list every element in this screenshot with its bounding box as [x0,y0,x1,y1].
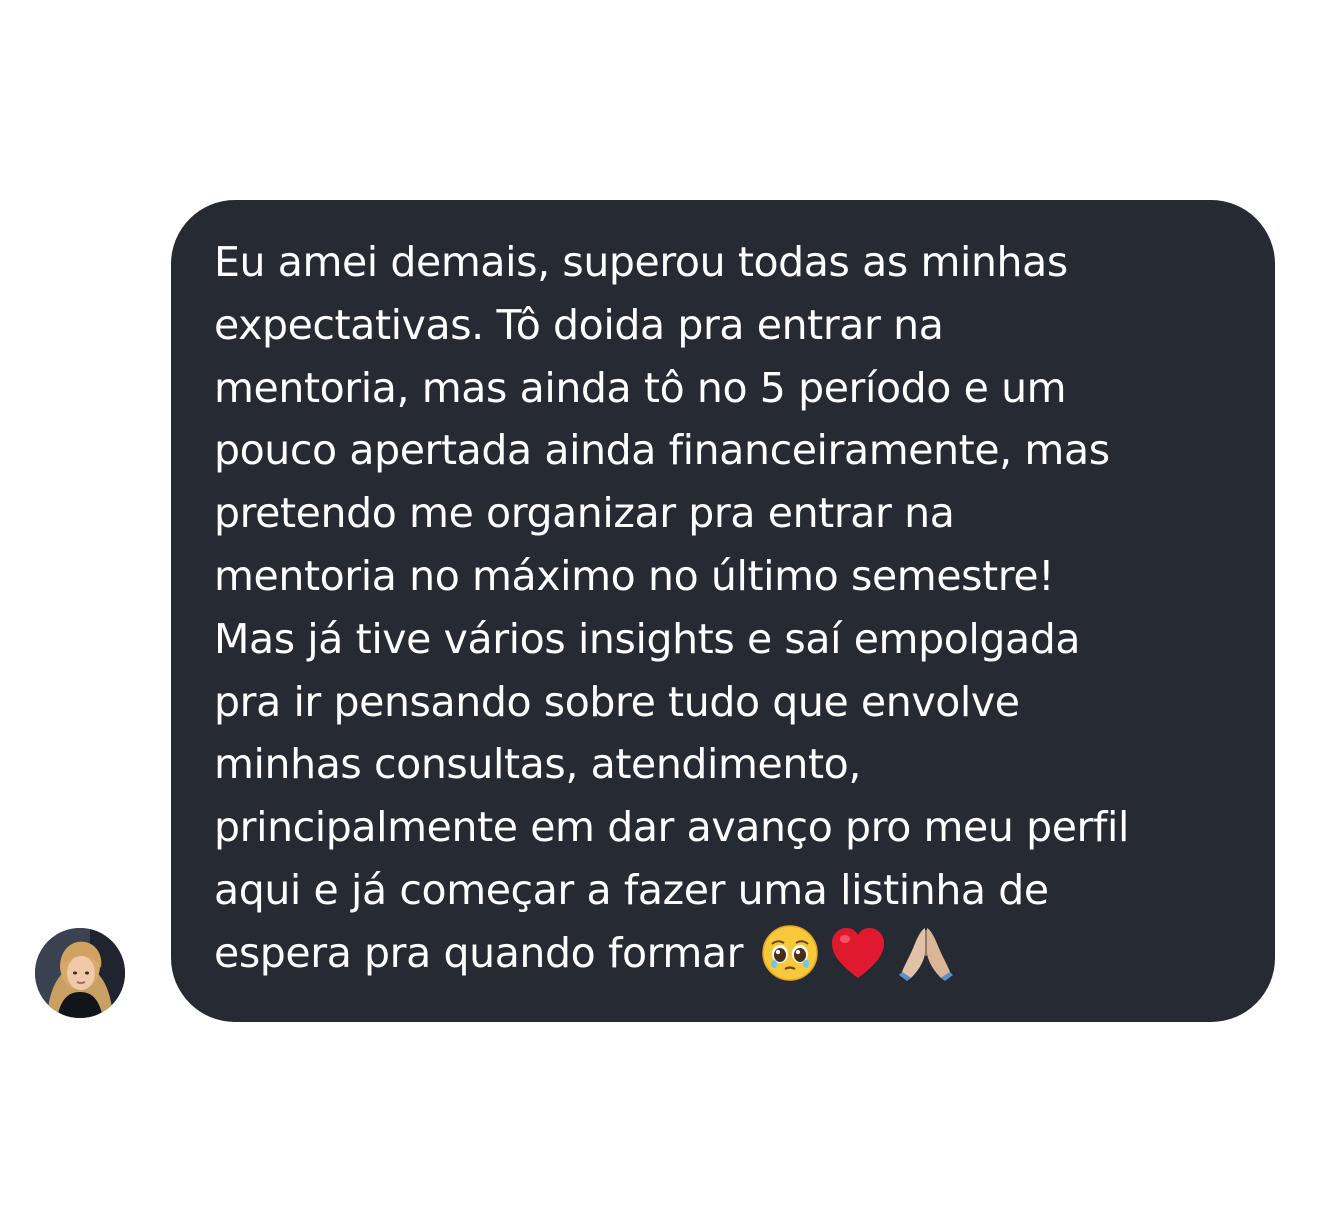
pleading-face-icon [761,924,819,982]
message-last-line: espera pra quando formar [214,922,1255,985]
message-line: aqui e já começar a fazer uma listinha d… [214,865,1049,914]
folded-hands-icon [897,924,955,982]
avatar-photo [35,928,125,1018]
message-line: mentoria, mas ainda tô no 5 período e um [214,363,1067,412]
message-bubble[interactable]: Eu amei demais, superou todas as minhas … [171,200,1275,1022]
message-line: mentoria no máximo no último semestre! [214,551,1055,600]
message-line: espera pra quando formar [214,928,744,977]
message-line: principalmente em dar avanço pro meu per… [214,803,1130,852]
red-heart-icon [829,924,887,982]
message-line: pretendo me organizar pra entrar na [214,489,955,538]
conversation-view: Eu amei demais, superou todas as minhas … [0,0,1328,1229]
message-line: Mas já tive vários insights e saí empolg… [214,614,1081,663]
avatar[interactable] [35,928,125,1018]
message-line: minhas consultas, atendimento, [214,740,861,789]
message-line: pra ir pensando sobre tudo que envolve [214,677,1020,726]
message-line: expectativas. Tô doida pra entrar na [214,300,944,349]
message-line: pouco apertada ainda financeiramente, ma… [214,426,1110,475]
message-line: Eu amei demais, superou todas as minhas [214,238,1068,286]
